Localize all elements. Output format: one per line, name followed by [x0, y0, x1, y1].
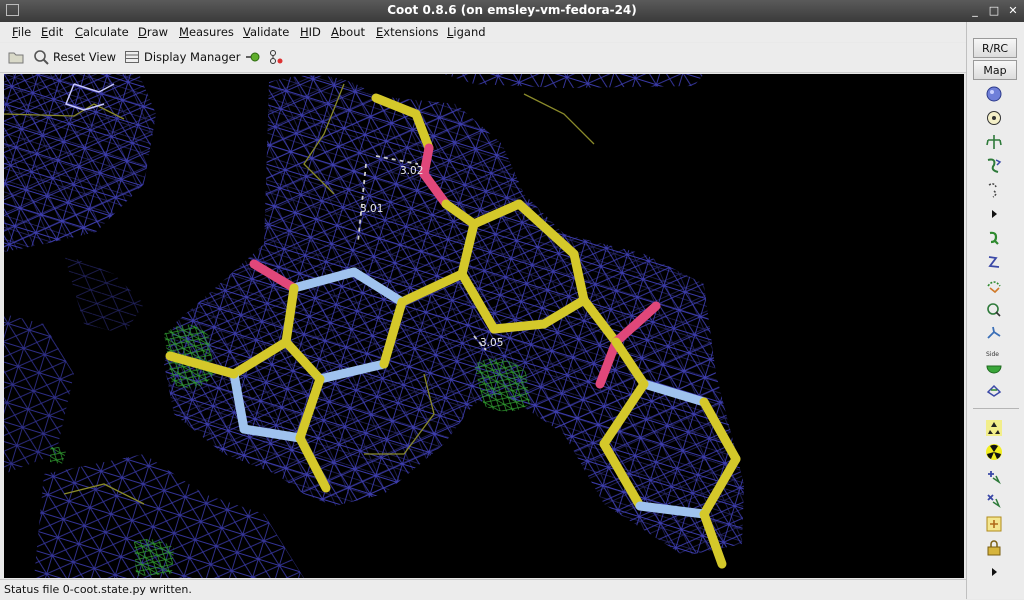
add-terminal-residue-icon[interactable]: [984, 466, 1004, 486]
maximize-button[interactable]: □: [986, 3, 1002, 19]
distance-label: 3.01: [360, 203, 383, 215]
go-to-atom-icon: [246, 52, 260, 62]
menu-edit[interactable]: Edit: [41, 25, 63, 39]
side-chain-180-icon[interactable]: [984, 300, 1004, 320]
graphics-viewport[interactable]: 3.02 3.01 3.05: [4, 74, 964, 578]
map-button[interactable]: Map: [973, 60, 1017, 80]
status-text: Status file 0-coot.state.py written.: [4, 583, 192, 596]
distance-label: 3.02: [400, 165, 423, 177]
model-fit-button[interactable]: [268, 47, 284, 67]
separator: [973, 408, 1019, 409]
molecule-edit-icon: [270, 50, 283, 64]
auto-fit-rotamer-icon[interactable]: [984, 180, 1004, 200]
side-toolbar: R/RC Map Side: [966, 22, 1024, 599]
close-button[interactable]: ✕: [1005, 3, 1021, 19]
lock-icon[interactable]: [984, 538, 1004, 558]
distance-label: 3.05: [480, 337, 503, 349]
magnifier-icon: [34, 50, 49, 65]
refine-sphere-icon[interactable]: [984, 84, 1004, 104]
delete-atom-icon[interactable]: [984, 490, 1004, 510]
more-tools-arrow-icon[interactable]: [984, 562, 1004, 582]
menu-calculate[interactable]: Calculate: [75, 25, 129, 39]
add-residue-icon[interactable]: [984, 228, 1004, 248]
menu-about[interactable]: About: [331, 25, 365, 39]
mutate-autofit-icon[interactable]: [984, 380, 1004, 400]
display-manager-label: Display Manager: [144, 50, 241, 64]
rotate-translate-icon[interactable]: [984, 156, 1004, 176]
menu-validate[interactable]: Validate: [243, 25, 289, 39]
menu-file[interactable]: File: [12, 25, 31, 39]
display-manager-icon: [125, 51, 139, 63]
toolbar: Reset View Display Manager: [0, 43, 966, 73]
rigid-body-fit-icon[interactable]: [984, 132, 1004, 152]
folder-icon: [8, 52, 24, 64]
reset-view-label: Reset View: [53, 50, 117, 64]
display-manager-button[interactable]: Display Manager: [124, 47, 240, 67]
status-bar: Status file 0-coot.state.py written.: [0, 579, 966, 600]
menu-hid[interactable]: HID: [300, 25, 321, 39]
menu-draw[interactable]: Draw: [138, 25, 168, 39]
edit-backbone-icon[interactable]: [984, 324, 1004, 344]
place-atom-icon[interactable]: [984, 418, 1004, 438]
menu-ligand[interactable]: Ligand: [447, 25, 486, 39]
radiation-icon[interactable]: [984, 442, 1004, 462]
add-alt-conf-icon[interactable]: [984, 514, 1004, 534]
rrc-button[interactable]: R/RC: [973, 38, 1017, 58]
go-to-atom-button[interactable]: [245, 47, 261, 67]
window-title: Coot 0.8.6 (on emsley-vm-fedora-24): [387, 3, 637, 17]
regularize-icon[interactable]: [984, 108, 1004, 128]
menu-bar: File Edit Calculate Draw Measures Valida…: [0, 22, 966, 42]
menu-measures[interactable]: Measures: [179, 25, 234, 39]
expand-arrow-icon[interactable]: [984, 204, 1004, 224]
title-bar: Coot 0.8.6 (on emsley-vm-fedora-24) _ □ …: [0, 0, 1024, 22]
mutate-side-icon[interactable]: [984, 356, 1004, 376]
molecular-graphics-canvas[interactable]: 3.02 3.01 3.05: [4, 74, 964, 578]
flip-peptide-icon[interactable]: [984, 276, 1004, 296]
edit-chi-angles-icon[interactable]: [984, 252, 1004, 272]
minimize-button[interactable]: _: [967, 3, 983, 19]
open-folder-button[interactable]: [8, 47, 24, 67]
menu-extensions[interactable]: Extensions: [376, 25, 438, 39]
reset-view-button[interactable]: Reset View: [33, 47, 116, 67]
